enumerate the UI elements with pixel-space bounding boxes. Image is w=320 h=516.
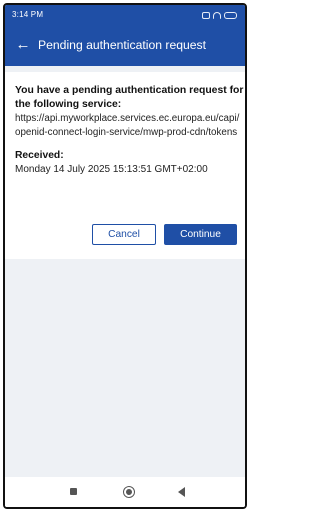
notification-icon [202,11,210,19]
battery-icon [224,11,237,19]
recents-icon[interactable] [68,486,80,498]
home-icon[interactable] [123,486,135,498]
back-arrow-icon[interactable]: ← [13,35,33,55]
app-bar: ← Pending authentication request [5,26,245,66]
request-heading: You have a pending authentication reques… [15,85,244,110]
status-time: 3:14 PM [12,10,44,19]
system-nav-bar [5,477,245,507]
status-bar: 3:14 PM [5,5,245,26]
page-title: Pending authentication request [38,38,207,52]
back-triangle-icon[interactable] [177,486,189,498]
action-buttons: Cancel Continue [92,224,237,245]
continue-button[interactable]: Continue [164,224,237,245]
wifi-icon [213,11,221,19]
request-card: You have a pending authentication reques… [5,72,245,259]
system-icons [202,10,237,20]
service-url: https://api.myworkplace.services.ec.euro… [15,113,240,138]
phone-screen: 3:14 PM ← Pending authentication request… [3,3,247,509]
received-value: Monday 14 July 2025 15:13:51 GMT+02:00 [15,164,208,175]
cancel-button[interactable]: Cancel [92,224,156,245]
received-label: Received: [15,150,64,161]
